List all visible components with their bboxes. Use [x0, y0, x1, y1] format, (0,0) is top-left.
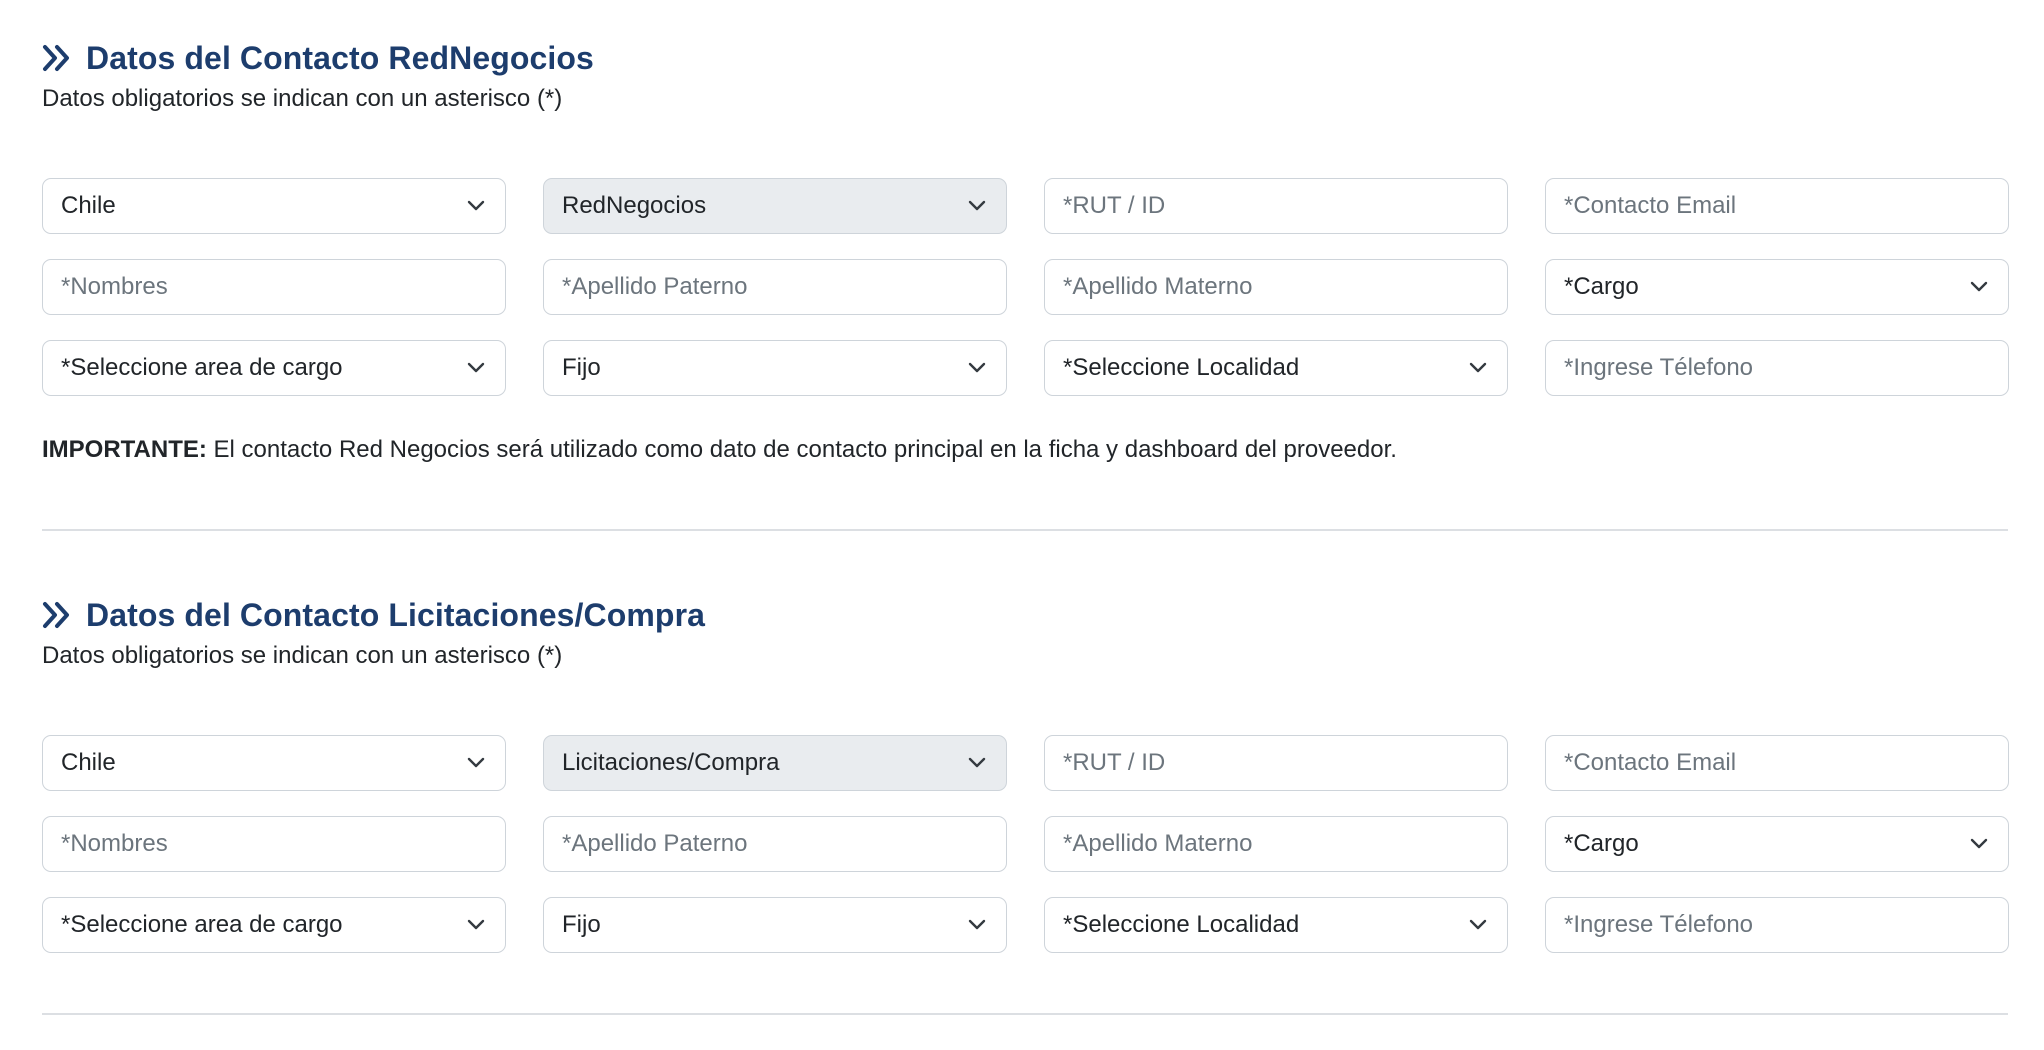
- telefono-input[interactable]: [1564, 911, 2008, 939]
- contact-type-select-value: Licitaciones/Compra: [562, 749, 780, 776]
- country-select[interactable]: Chile: [42, 735, 506, 791]
- chevron-down-icon: [1970, 281, 1988, 292]
- rut-id-field[interactable]: [1044, 178, 1508, 234]
- area-cargo-select[interactable]: *Seleccione area de cargo: [42, 340, 506, 396]
- contact-email-field[interactable]: [1545, 735, 2009, 791]
- cargo-select[interactable]: *Cargo: [1545, 816, 2009, 872]
- country-select-value: Chile: [61, 749, 116, 776]
- chevron-down-icon: [467, 362, 485, 373]
- section-title: Datos del Contacto Licitaciones/Compra: [42, 593, 2008, 637]
- contact-type-select: RedNegocios: [543, 178, 1007, 234]
- apellido-materno-input[interactable]: [1063, 273, 1507, 301]
- contact-email-input[interactable]: [1564, 749, 2008, 777]
- apellido-materno-field[interactable]: [1044, 259, 1508, 315]
- rut-id-input[interactable]: [1063, 749, 1507, 777]
- chevron-down-icon: [1469, 919, 1487, 930]
- phone-type-select-value: Fijo: [562, 354, 601, 381]
- localidad-select[interactable]: *Seleccione Localidad: [1044, 340, 1508, 396]
- apellido-paterno-input[interactable]: [562, 830, 1006, 858]
- apellido-paterno-field[interactable]: [543, 259, 1007, 315]
- nombres-field[interactable]: [42, 259, 506, 315]
- telefono-input[interactable]: [1564, 354, 2008, 382]
- rut-id-field[interactable]: [1044, 735, 1508, 791]
- apellido-paterno-input[interactable]: [562, 273, 1006, 301]
- required-fields-hint: Datos obligatorios se indican con un ast…: [42, 85, 563, 112]
- section-licitaciones: Datos del Contacto Licitaciones/Compra D…: [42, 593, 2008, 673]
- section-title-text: Datos del Contacto Licitaciones/Compra: [86, 596, 706, 633]
- localidad-select-value: *Seleccione Localidad: [1063, 354, 1300, 381]
- chevron-down-icon: [467, 200, 485, 211]
- chevron-down-icon: [467, 757, 485, 768]
- localidad-select-value: *Seleccione Localidad: [1063, 911, 1300, 938]
- important-note-label: IMPORTANTE:: [42, 436, 207, 463]
- area-cargo-select-value: *Seleccione area de cargo: [61, 354, 343, 381]
- phone-type-select-value: Fijo: [562, 911, 601, 938]
- contact-type-select-value: RedNegocios: [562, 192, 707, 219]
- chevron-down-icon: [467, 919, 485, 930]
- important-note-text: El contacto Red Negocios será utilizado …: [206, 436, 1397, 463]
- telefono-field[interactable]: [1545, 897, 2009, 953]
- cargo-select[interactable]: *Cargo: [1545, 259, 2009, 315]
- required-fields-hint: Datos obligatorios se indican con un ast…: [42, 642, 563, 669]
- form-grid-rednegocios: Chile RedNegocios *Cargo *Seleccione: [42, 178, 2009, 396]
- form-grid-licitaciones: Chile Licitaciones/Compra *Cargo *Se: [42, 735, 2009, 953]
- country-select[interactable]: Chile: [42, 178, 506, 234]
- chevron-down-icon: [1970, 838, 1988, 849]
- cargo-select-value: *Cargo: [1564, 273, 1639, 300]
- important-note: IMPORTANTE: El contacto Red Negocios ser…: [42, 436, 1397, 464]
- double-chevron-right-icon: [43, 45, 69, 71]
- nombres-input[interactable]: [61, 830, 505, 858]
- apellido-materno-input[interactable]: [1063, 830, 1507, 858]
- chevron-down-icon: [968, 200, 986, 211]
- double-chevron-right-icon: [43, 602, 69, 628]
- section-divider: [42, 529, 2008, 531]
- rut-id-input[interactable]: [1063, 192, 1507, 220]
- localidad-select[interactable]: *Seleccione Localidad: [1044, 897, 1508, 953]
- contact-type-select: Licitaciones/Compra: [543, 735, 1007, 791]
- contact-email-field[interactable]: [1545, 178, 2009, 234]
- area-cargo-select-value: *Seleccione area de cargo: [61, 911, 343, 938]
- nombres-field[interactable]: [42, 816, 506, 872]
- area-cargo-select[interactable]: *Seleccione area de cargo: [42, 897, 506, 953]
- contact-email-input[interactable]: [1564, 192, 2008, 220]
- phone-type-select[interactable]: Fijo: [543, 897, 1007, 953]
- chevron-down-icon: [968, 362, 986, 373]
- chevron-down-icon: [968, 919, 986, 930]
- section-rednegocios: Datos del Contacto RedNegocios Datos obl…: [42, 36, 2008, 116]
- telefono-field[interactable]: [1545, 340, 2009, 396]
- page: Datos del Contacto RedNegocios Datos obl…: [0, 0, 2044, 1050]
- section-divider: [42, 1013, 2008, 1015]
- phone-type-select[interactable]: Fijo: [543, 340, 1007, 396]
- cargo-select-value: *Cargo: [1564, 830, 1639, 857]
- country-select-value: Chile: [61, 192, 116, 219]
- section-title: Datos del Contacto RedNegocios: [42, 36, 2008, 80]
- chevron-down-icon: [968, 757, 986, 768]
- apellido-materno-field[interactable]: [1044, 816, 1508, 872]
- apellido-paterno-field[interactable]: [543, 816, 1007, 872]
- nombres-input[interactable]: [61, 273, 505, 301]
- section-title-text: Datos del Contacto RedNegocios: [86, 39, 594, 76]
- chevron-down-icon: [1469, 362, 1487, 373]
